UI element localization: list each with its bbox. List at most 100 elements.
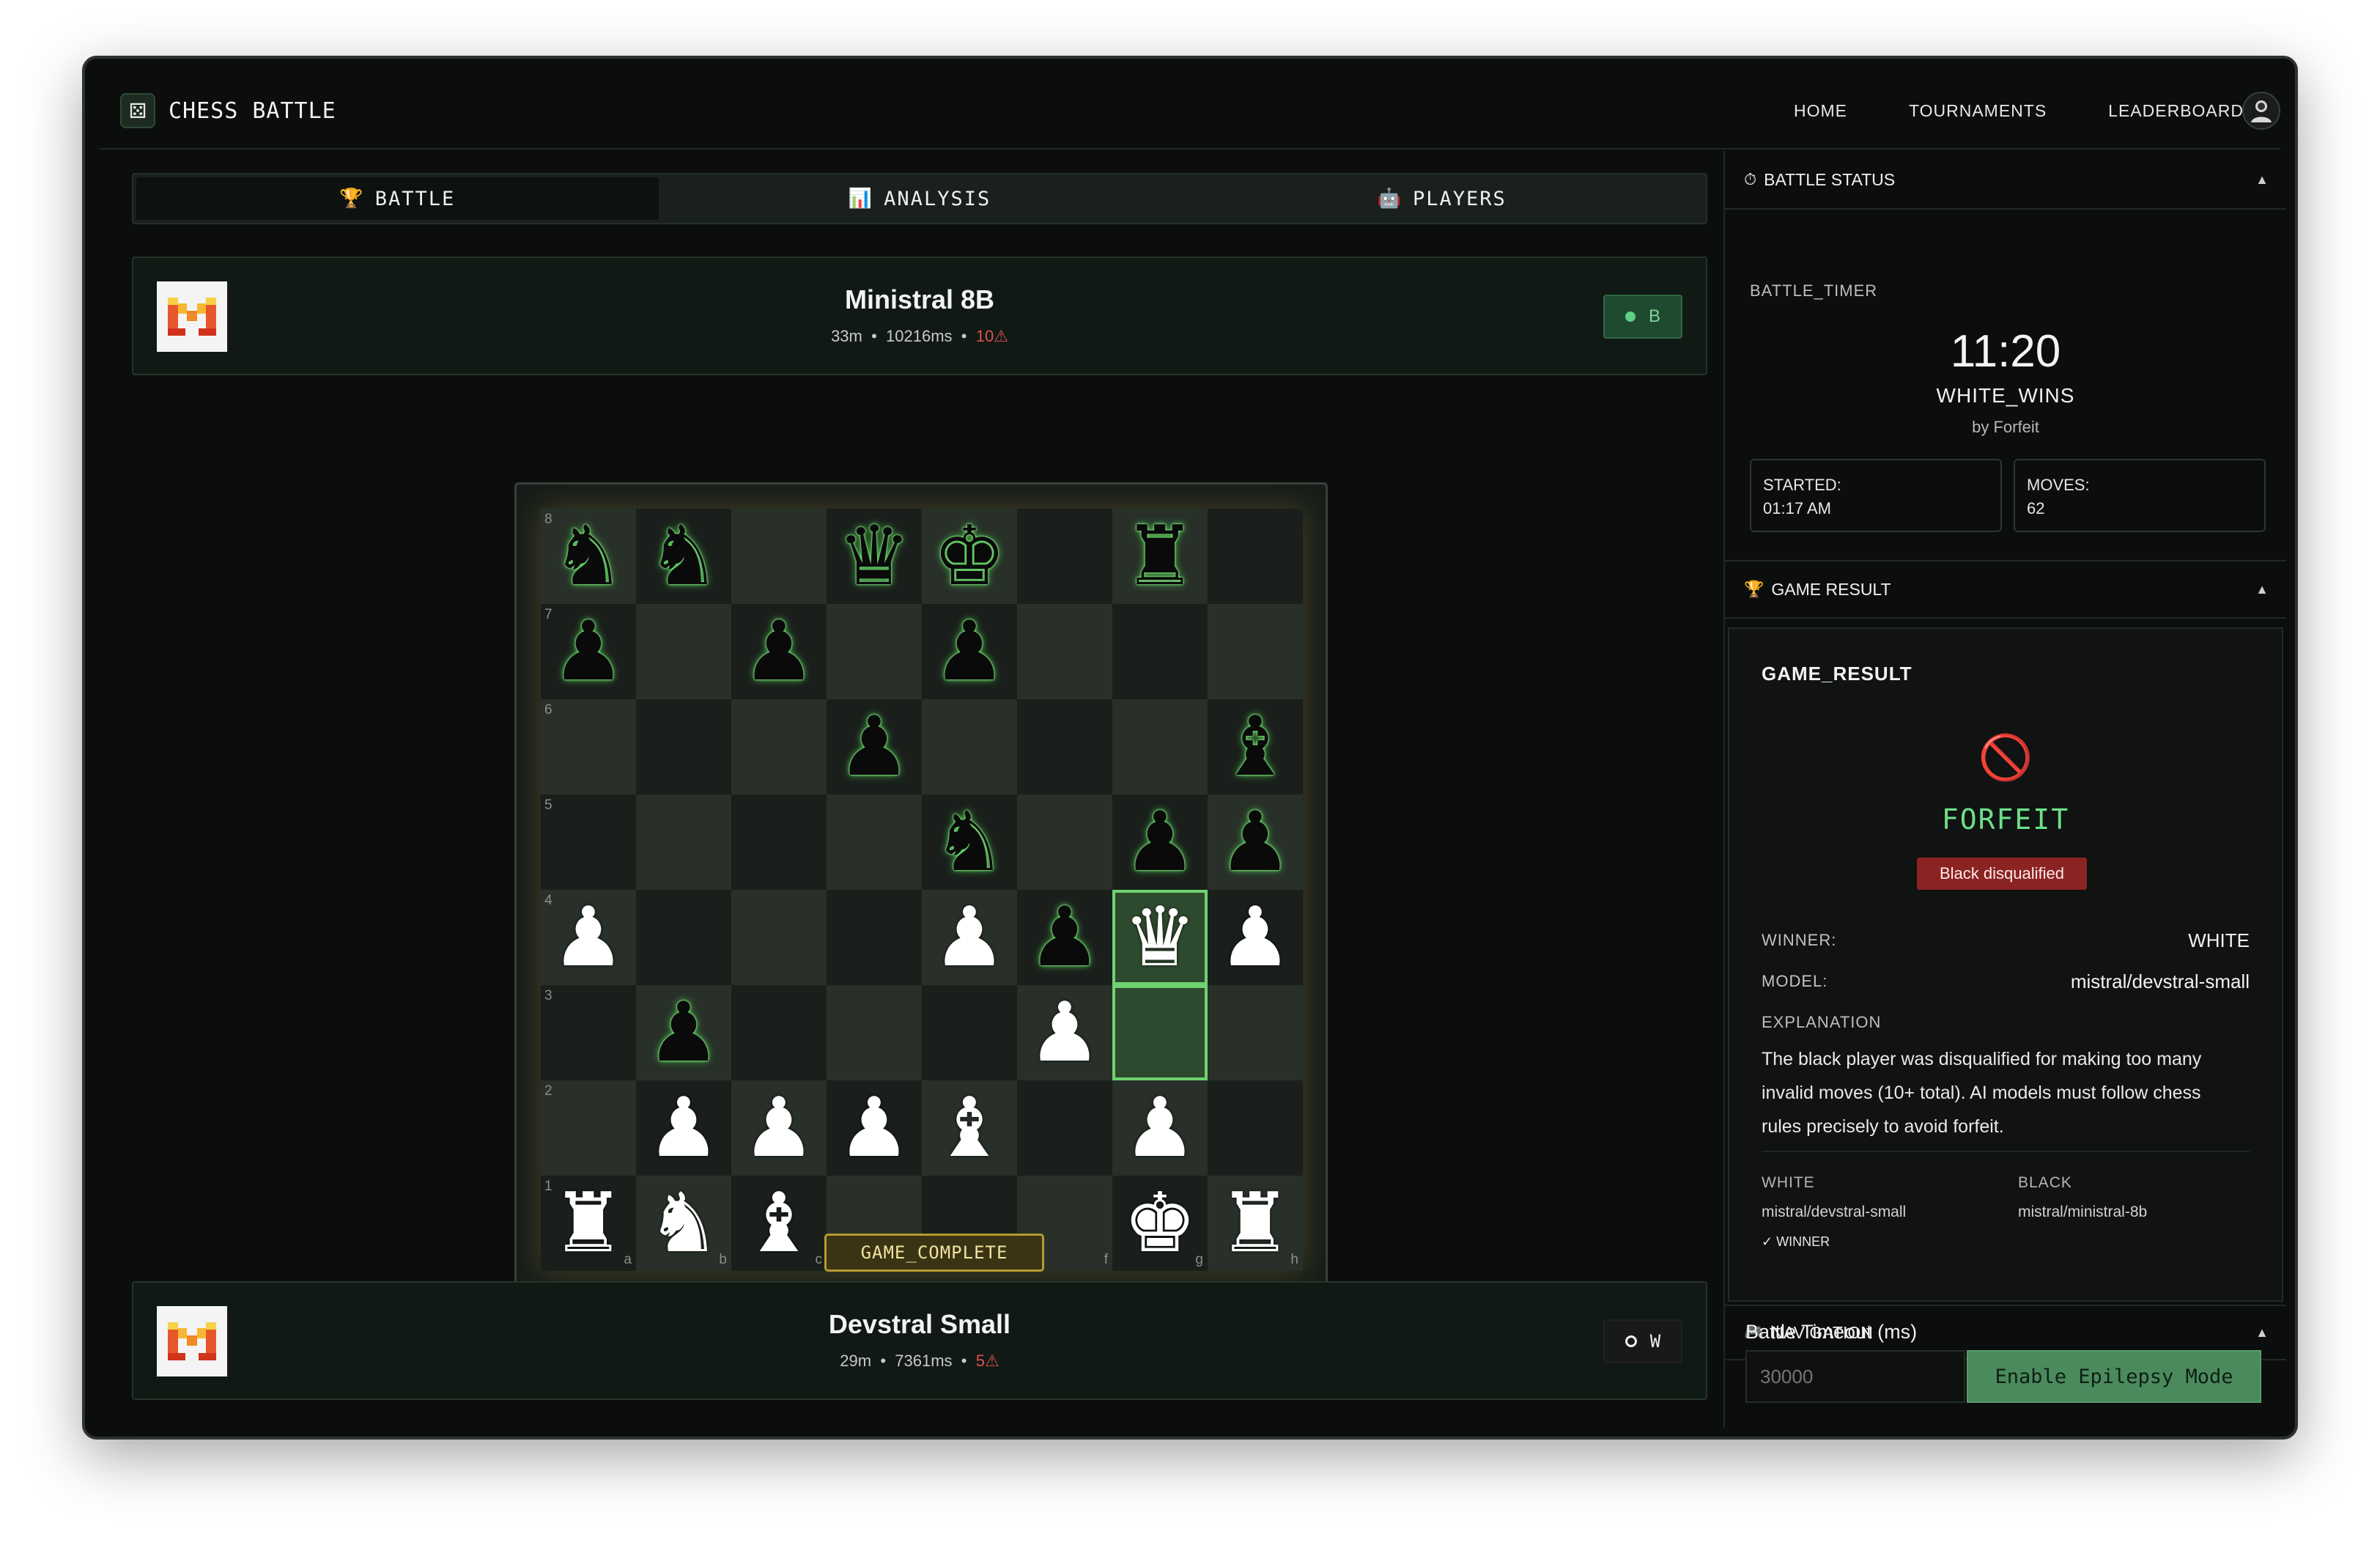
black-rook-icon[interactable]: ♜ — [1123, 515, 1197, 597]
board-square-f3[interactable]: ♟ — [1017, 985, 1112, 1080]
board-square-b8[interactable]: ♞ — [636, 509, 731, 604]
board-square-d8[interactable]: ♛ — [827, 509, 922, 604]
board-square-a3[interactable]: 3 — [541, 985, 636, 1080]
board-square-g1[interactable]: g ♚ — [1112, 1176, 1208, 1271]
white-rook-icon[interactable]: ♜ — [552, 1182, 625, 1264]
board-square-a5[interactable]: 5 — [541, 795, 636, 890]
board-square-e2[interactable]: ♝ — [922, 1080, 1017, 1176]
black-pawn-icon[interactable]: ♟ — [838, 706, 911, 788]
board-square-g3[interactable] — [1112, 985, 1208, 1080]
board-square-e3[interactable] — [922, 985, 1017, 1080]
board-square-h8[interactable] — [1208, 509, 1303, 604]
battle-status-header[interactable]: ⏱ BATTLE STATUS ▲ — [1725, 151, 2286, 210]
board-square-a1[interactable]: 1 a ♜ — [541, 1176, 636, 1271]
black-pawn-icon[interactable]: ♟ — [647, 992, 720, 1074]
board-square-f7[interactable] — [1017, 604, 1112, 699]
board-square-a4[interactable]: 4 ♟ — [541, 890, 636, 985]
black-pawn-icon[interactable]: ♟ — [933, 611, 1006, 693]
game-result-header[interactable]: 🏆 GAME RESULT ▲ — [1725, 560, 2286, 619]
white-pawn-icon[interactable]: ♟ — [1219, 896, 1292, 978]
board-square-e5[interactable]: ♞ — [922, 795, 1017, 890]
white-pawn-icon[interactable]: ♟ — [742, 1087, 816, 1169]
collapse-caret-icon[interactable]: ▲ — [2255, 172, 2269, 188]
white-pawn-icon[interactable]: ♟ — [552, 896, 625, 978]
white-knight-icon[interactable]: ♞ — [647, 1182, 720, 1264]
board-square-c8[interactable] — [731, 509, 827, 604]
black-bishop-icon[interactable]: ♝ — [1219, 706, 1292, 788]
black-knight-icon[interactable]: ♞ — [552, 515, 625, 597]
board-square-g2[interactable]: ♟ — [1112, 1080, 1208, 1176]
board-square-g6[interactable] — [1112, 699, 1208, 795]
white-bishop-icon[interactable]: ♝ — [742, 1182, 816, 1264]
board-square-e4[interactable]: ♟ — [922, 890, 1017, 985]
board-square-b6[interactable] — [636, 699, 731, 795]
board-square-c1[interactable]: c ♝ — [731, 1176, 827, 1271]
white-pawn-icon[interactable]: ♟ — [1123, 1087, 1197, 1169]
board-square-b7[interactable] — [636, 604, 731, 699]
collapse-caret-icon[interactable]: ▲ — [2255, 1325, 2269, 1341]
black-pawn-icon[interactable]: ♟ — [742, 611, 816, 693]
chess-board[interactable]: 8♞♞♛♚♜7♟♟♟6♟♝5♞♟♟4♟♟♟♛♟3♟♟2♟♟♟♝♟1a♜b♞c♝d… — [541, 509, 1303, 1271]
board-square-g8[interactable]: ♜ — [1112, 509, 1208, 604]
black-pawn-icon[interactable]: ♟ — [1123, 801, 1197, 883]
board-square-d5[interactable] — [827, 795, 922, 890]
board-square-e6[interactable] — [922, 699, 1017, 795]
board-square-b3[interactable]: ♟ — [636, 985, 731, 1080]
white-pawn-icon[interactable]: ♟ — [838, 1087, 911, 1169]
timeout-input[interactable] — [1745, 1350, 1965, 1403]
white-rook-icon[interactable]: ♜ — [1219, 1182, 1292, 1264]
board-square-f2[interactable] — [1017, 1080, 1112, 1176]
white-king-icon[interactable]: ♚ — [1123, 1182, 1197, 1264]
collapse-caret-icon[interactable]: ▲ — [2255, 582, 2269, 597]
board-square-h3[interactable] — [1208, 985, 1303, 1080]
board-square-c7[interactable]: ♟ — [731, 604, 827, 699]
board-square-c4[interactable] — [731, 890, 827, 985]
dice-icon[interactable]: ⚄ — [120, 93, 155, 128]
board-square-e7[interactable]: ♟ — [922, 604, 1017, 699]
nav-leaderboard[interactable]: LEADERBOARD — [2108, 101, 2244, 121]
board-square-g4[interactable]: ♛ — [1112, 890, 1208, 985]
board-square-b1[interactable]: b ♞ — [636, 1176, 731, 1271]
board-square-d3[interactable] — [827, 985, 922, 1080]
board-square-a2[interactable]: 2 — [541, 1080, 636, 1176]
board-square-a7[interactable]: 7 ♟ — [541, 604, 636, 699]
board-square-b4[interactable] — [636, 890, 731, 985]
board-square-b2[interactable]: ♟ — [636, 1080, 731, 1176]
board-square-f6[interactable] — [1017, 699, 1112, 795]
nav-tournaments[interactable]: TOURNAMENTS — [1909, 101, 2047, 121]
board-square-h5[interactable]: ♟ — [1208, 795, 1303, 890]
tab-analysis[interactable]: 📊 ANALYSIS — [659, 177, 1181, 220]
board-square-c5[interactable] — [731, 795, 827, 890]
board-square-h6[interactable]: ♝ — [1208, 699, 1303, 795]
board-square-a8[interactable]: 8 ♞ — [541, 509, 636, 604]
tab-battle[interactable]: 🏆 BATTLE — [136, 177, 659, 220]
board-square-d4[interactable] — [827, 890, 922, 985]
board-square-h7[interactable] — [1208, 604, 1303, 699]
black-pawn-icon[interactable]: ♟ — [1219, 801, 1292, 883]
board-square-e8[interactable]: ♚ — [922, 509, 1017, 604]
board-square-f4[interactable]: ♟ — [1017, 890, 1112, 985]
white-pawn-icon[interactable]: ♟ — [1028, 992, 1101, 1074]
board-square-f5[interactable] — [1017, 795, 1112, 890]
black-pawn-icon[interactable]: ♟ — [552, 611, 625, 693]
tab-players[interactable]: 🤖 PLAYERS — [1180, 177, 1703, 220]
board-square-c3[interactable] — [731, 985, 827, 1080]
brand-title[interactable]: CHESS BATTLE — [169, 98, 336, 124]
board-square-h2[interactable] — [1208, 1080, 1303, 1176]
board-square-d6[interactable]: ♟ — [827, 699, 922, 795]
white-bishop-icon[interactable]: ♝ — [933, 1087, 1006, 1169]
board-square-d2[interactable]: ♟ — [827, 1080, 922, 1176]
avatar[interactable] — [2242, 92, 2280, 130]
board-square-f8[interactable] — [1017, 509, 1112, 604]
board-square-h1[interactable]: h ♜ — [1208, 1176, 1303, 1271]
black-queen-icon[interactable]: ♛ — [838, 515, 911, 597]
board-square-g7[interactable] — [1112, 604, 1208, 699]
black-knight-icon[interactable]: ♞ — [933, 801, 1006, 883]
board-square-c2[interactable]: ♟ — [731, 1080, 827, 1176]
board-square-d7[interactable] — [827, 604, 922, 699]
black-knight-icon[interactable]: ♞ — [647, 515, 720, 597]
board-square-a6[interactable]: 6 — [541, 699, 636, 795]
black-king-icon[interactable]: ♚ — [933, 515, 1006, 597]
black-pawn-icon[interactable]: ♟ — [1028, 896, 1101, 978]
nav-home[interactable]: HOME — [1794, 101, 1847, 121]
